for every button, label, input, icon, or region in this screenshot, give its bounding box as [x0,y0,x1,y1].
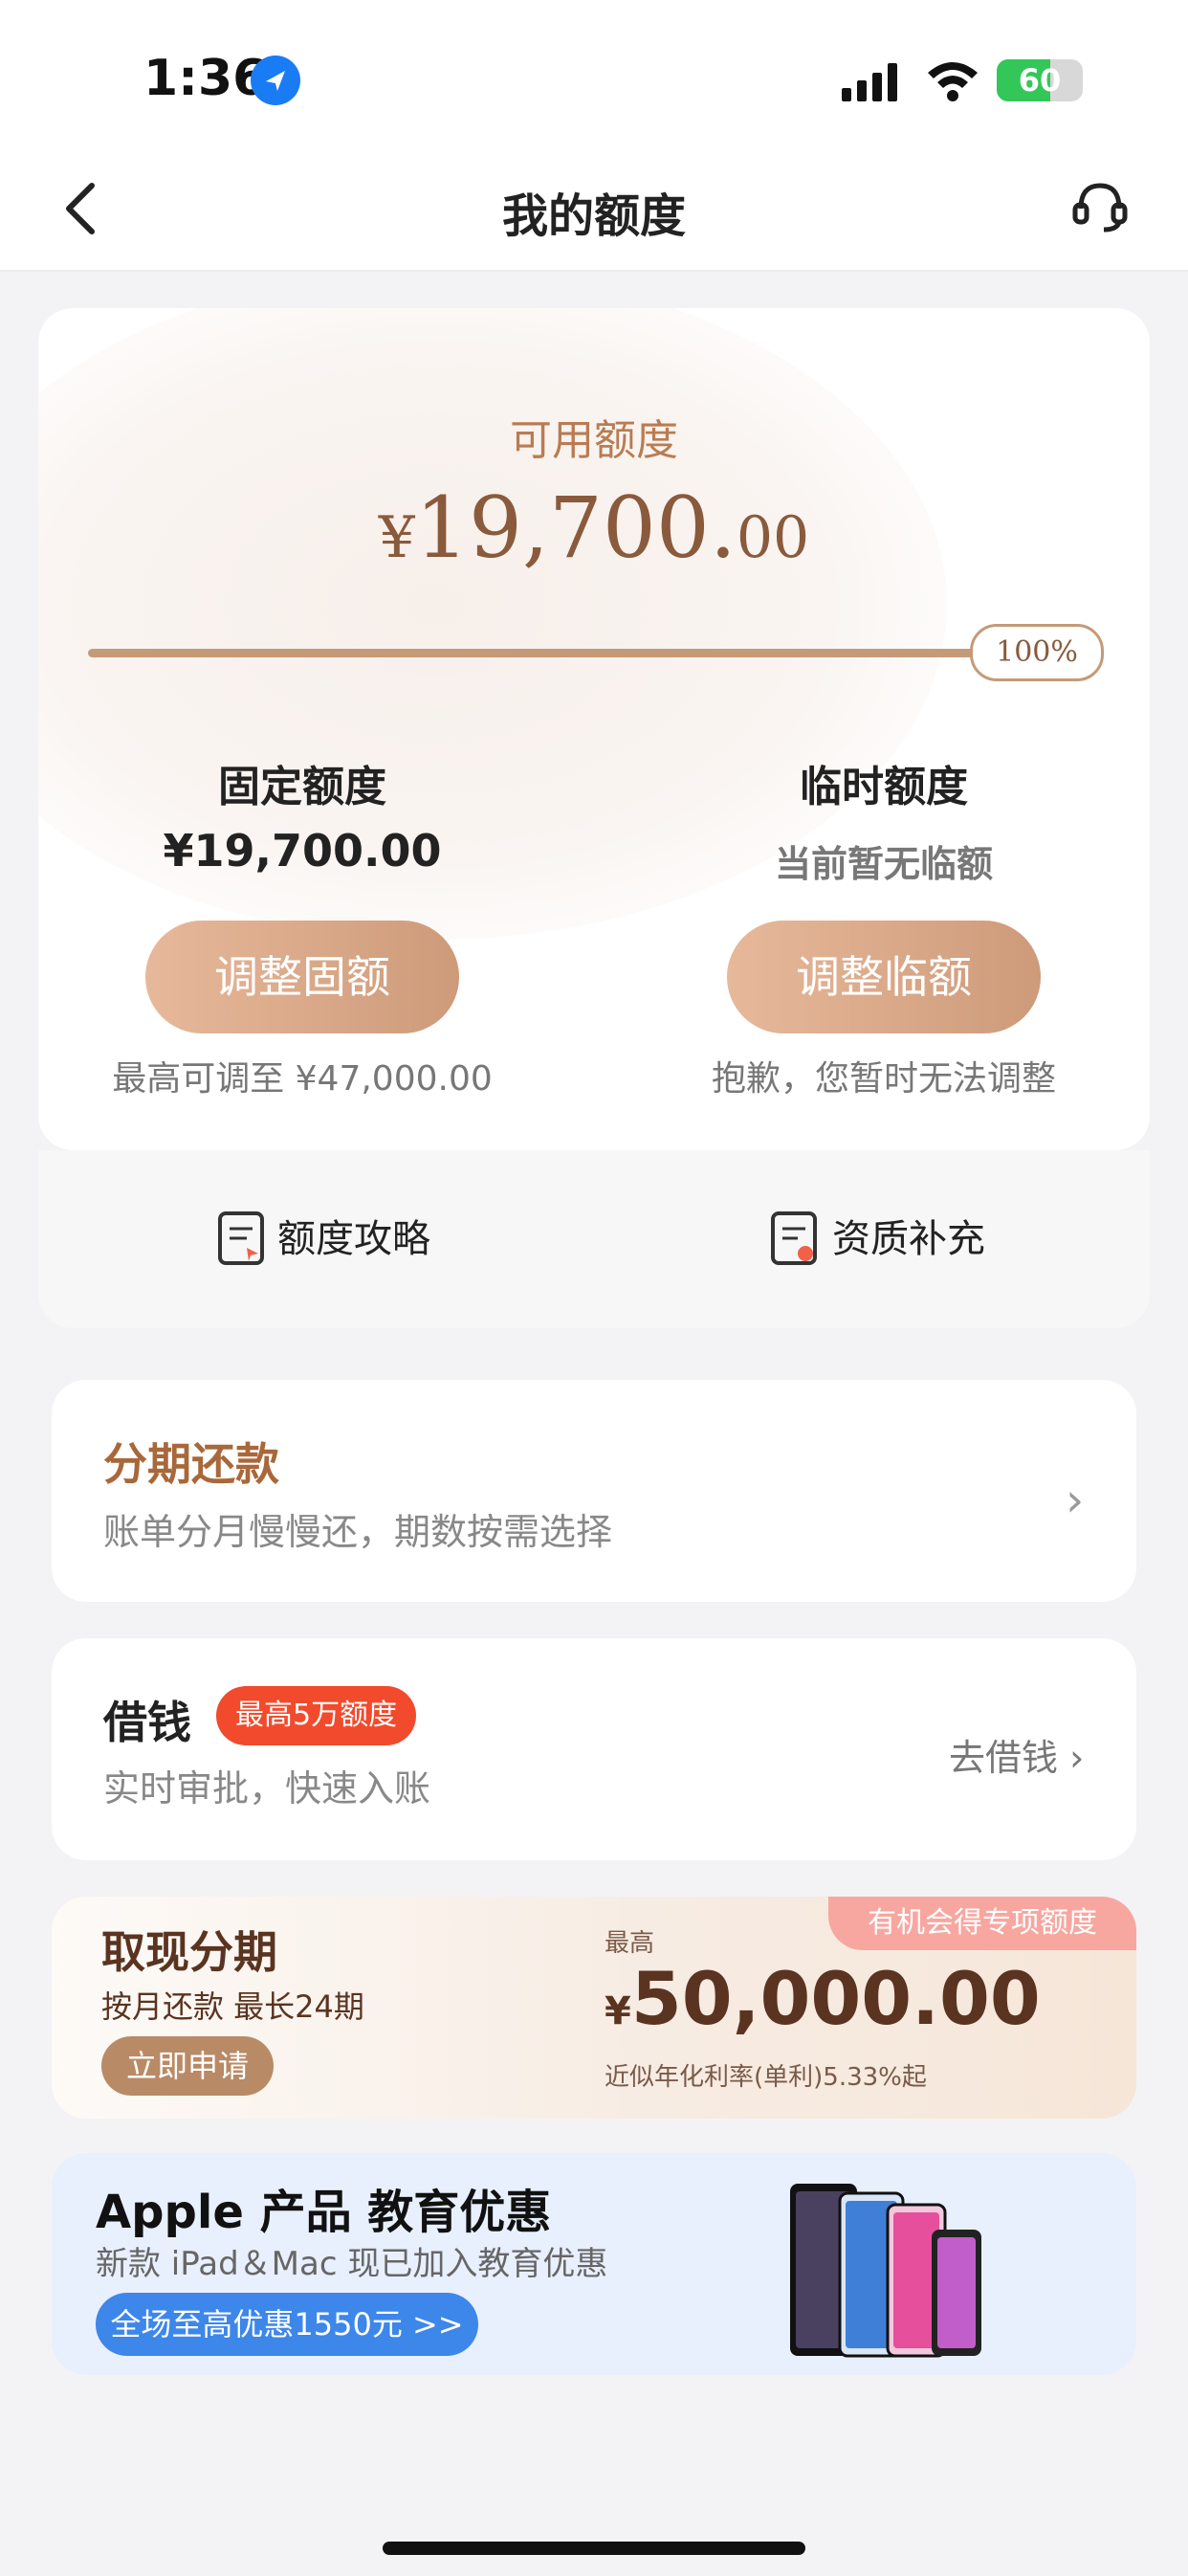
special-limit-ribbon: 有机会得专项额度 [828,1897,1136,1950]
status-time: 1:36 [143,50,268,107]
available-limit-amount: ¥19,700.00 [0,478,1188,577]
adjust-fixed-limit-button[interactable]: 调整固额 [145,921,459,1033]
cash-currency: ¥ [605,1989,631,2033]
installment-subtitle: 账单分月慢慢还，期数按需选择 [103,1511,613,1553]
installment-title: 分期还款 [103,1438,279,1490]
cash-installment-subtitle: 按月还款 最长24期 [101,1988,364,2025]
temporary-limit-note: 抱歉，您暂时无法调整 [711,1059,1056,1099]
home-indicator [383,2542,805,2555]
borrow-title: 借钱 [103,1697,191,1748]
cellular-signal-icon [842,63,909,101]
fixed-limit-title: 固定额度 [218,763,386,811]
available-currency: ¥ [378,504,415,571]
ipad-devices-icon [790,2174,1001,2365]
qualification-link[interactable]: 资质补充 [832,1208,985,1263]
customer-service-icon[interactable] [1071,178,1129,235]
cash-max-label: 最高 [605,1929,655,1958]
chevron-right-icon: › [1066,1474,1085,1527]
cash-amount-value: 50,000.00 [630,1956,1041,2041]
go-borrow-link[interactable]: 去借钱 › [949,1728,1084,1781]
location-icon [251,56,300,105]
fixed-limit-amount: ¥19,700.00 [163,825,442,877]
available-limit-label: 可用额度 [510,416,678,465]
battery-icon: 60 [997,59,1083,101]
available-decimals: 00 [736,504,810,571]
cash-installment-title: 取现分期 [101,1926,277,1978]
temporary-limit-status: 当前暂无临额 [774,843,993,885]
borrow-subtitle: 实时审批，快速入账 [103,1767,431,1810]
page-title: 我的额度 [501,189,686,243]
fixed-limit-note: 最高可调至 ¥47,000.00 [112,1059,493,1099]
apple-promo-subtitle: 新款 iPad＆Mac 现已加入教育优惠 [96,2245,608,2283]
adjust-temporary-limit-button[interactable]: 调整临额 [727,921,1041,1033]
temporary-limit-title: 临时额度 [800,763,968,811]
battery-level: 60 [1018,62,1062,99]
limit-guide-icon [218,1211,264,1265]
progress-percent-badge: 100% [970,624,1104,681]
limit-progress-bar [88,649,991,657]
limit-guide-link[interactable]: 额度攻略 [277,1208,430,1263]
available-integer: 19,700. [414,478,737,577]
qualification-icon [771,1211,817,1265]
apple-discount-button[interactable]: 全场至高优惠1550元 >> [96,2293,478,2356]
apple-promo-title: Apple 产品 教育优惠 [96,2186,552,2239]
cash-interest-rate: 近似年化利率(单利)5.33%起 [605,2063,927,2092]
cash-max-amount: ¥50,000.00 [605,1956,1041,2041]
apply-now-button[interactable]: 立即申请 [101,2036,274,2096]
borrow-limit-badge: 最高5万额度 [216,1686,417,1745]
wifi-icon [924,57,981,101]
